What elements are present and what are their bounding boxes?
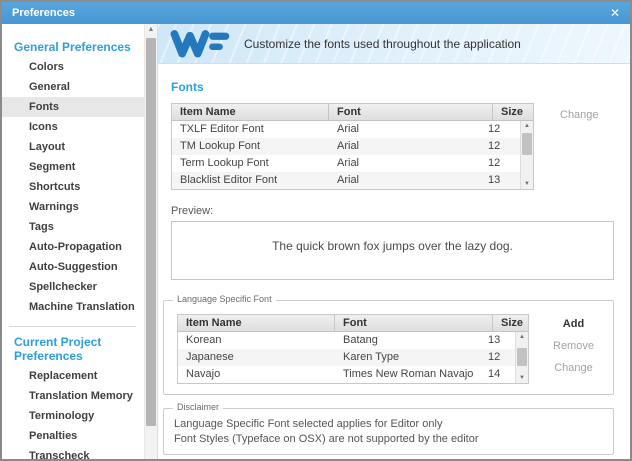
column-header-item-name[interactable]: Item Name [178, 315, 335, 331]
table-cell: 12 [480, 138, 520, 155]
scroll-down-icon[interactable]: ▼ [516, 375, 528, 381]
language-table-scrollbar[interactable]: ▲ ▼ [515, 332, 528, 383]
column-header-size[interactable]: Size [493, 315, 528, 331]
table-row[interactable]: KoreanBatang13 [178, 332, 515, 349]
table-row[interactable]: TM Lookup FontArial12 [172, 138, 520, 155]
sidebar-item-replacement[interactable]: Replacement [2, 366, 144, 386]
disclaimer-line-1: Language Specific Font selected applies … [174, 417, 603, 432]
table-cell: Times New Roman Navajo [335, 366, 480, 383]
table-cell: Karen Type [335, 349, 480, 366]
table-cell: TXLF Editor Font [172, 121, 329, 138]
table-cell: 14 [480, 366, 515, 383]
table-cell: Navajo [178, 366, 335, 383]
language-font-table: Item Name Font Size KoreanBatang13Japane… [177, 314, 529, 384]
table-cell: TM Lookup Font [172, 138, 329, 155]
column-header-font[interactable]: Font [335, 315, 493, 331]
table-cell: Arial [329, 155, 480, 172]
table-cell: Korean [178, 332, 335, 349]
table-cell: Arial [329, 172, 480, 189]
table-row[interactable]: Blacklist Editor FontArial13 [172, 172, 520, 189]
scrollbar-thumb[interactable] [517, 348, 527, 366]
table-cell: Batang [335, 332, 480, 349]
banner-tagline: Customize the fonts used throughout the … [244, 37, 521, 51]
table-cell: 13 [480, 172, 520, 189]
table-cell: 12 [480, 121, 520, 138]
table-row[interactable]: TXLF Editor FontArial12 [172, 121, 520, 138]
scroll-up-icon[interactable]: ▲ [521, 123, 533, 129]
sidebar-item-layout[interactable]: Layout [2, 137, 144, 157]
sidebar-item-terminology[interactable]: Terminology [2, 406, 144, 426]
table-row[interactable]: JapaneseKaren Type12 [178, 349, 515, 366]
table-cell: Term Lookup Font [172, 155, 329, 172]
sidebar-section-general: General Preferences [14, 40, 144, 54]
sidebar: General Preferences ColorsGeneralFontsIc… [2, 24, 144, 461]
sidebar-general-items: ColorsGeneralFontsIconsLayoutSegmentShor… [2, 57, 144, 317]
column-header-item-name[interactable]: Item Name [172, 104, 329, 120]
fonts-table-scrollbar[interactable]: ▲ ▼ [520, 121, 533, 189]
sidebar-item-penalties[interactable]: Penalties [2, 426, 144, 446]
table-cell: 12 [480, 155, 520, 172]
sidebar-item-translation-memory[interactable]: Translation Memory [2, 386, 144, 406]
table-cell: Arial [329, 138, 480, 155]
sidebar-scrollbar[interactable]: ▲ [144, 24, 157, 461]
sidebar-item-spellchecker[interactable]: Spellchecker [2, 277, 144, 297]
scroll-up-icon[interactable]: ▲ [516, 334, 528, 340]
table-cell: Blacklist Editor Font [172, 172, 329, 189]
scroll-down-icon[interactable]: ▼ [521, 181, 533, 187]
sidebar-item-auto-propagation[interactable]: Auto-Propagation [2, 237, 144, 257]
close-icon[interactable]: ✕ [610, 7, 620, 19]
banner: Customize the fonts used throughout the … [158, 24, 630, 64]
sidebar-item-warnings[interactable]: Warnings [2, 197, 144, 217]
add-language-font-button[interactable]: Add [563, 318, 584, 330]
table-cell: 13 [480, 332, 515, 349]
table-row[interactable]: NavajoTimes New Roman Navajo14 [178, 366, 515, 383]
preview-text: The quick brown fox jumps over the lazy … [272, 239, 513, 253]
sidebar-item-shortcuts[interactable]: Shortcuts [2, 177, 144, 197]
language-specific-font-legend: Language Specific Font [173, 294, 276, 304]
remove-language-font-button[interactable]: Remove [553, 340, 594, 352]
fonts-table-rows: TXLF Editor FontArial12TM Lookup FontAri… [172, 121, 520, 189]
disclaimer-legend: Disclaimer [173, 402, 223, 412]
sidebar-section-project: Current Project Preferences [14, 335, 144, 363]
column-header-font[interactable]: Font [329, 104, 493, 120]
change-language-font-button[interactable]: Change [554, 362, 593, 374]
scrollbar-thumb[interactable] [522, 133, 532, 155]
sidebar-item-auto-suggestion[interactable]: Auto-Suggestion [2, 257, 144, 277]
sidebar-item-icons[interactable]: Icons [2, 117, 144, 137]
scrollbar-thumb[interactable] [146, 38, 156, 426]
fonts-table-header: Item Name Font Size [172, 104, 533, 121]
title-bar: Preferences ✕ [2, 2, 630, 24]
scroll-up-icon[interactable]: ▲ [145, 26, 157, 33]
table-row[interactable]: Term Lookup FontArial12 [172, 155, 520, 172]
sidebar-divider [9, 326, 136, 327]
sidebar-item-machine-translation[interactable]: Machine Translation [2, 297, 144, 317]
table-cell: Arial [329, 121, 480, 138]
sidebar-item-segment[interactable]: Segment [2, 157, 144, 177]
column-header-size[interactable]: Size [493, 104, 533, 120]
change-font-button[interactable]: Change [560, 109, 599, 190]
wordfast-logo-icon [168, 26, 232, 62]
preview-box: The quick brown fox jumps over the lazy … [171, 221, 614, 280]
fonts-heading: Fonts [171, 80, 614, 94]
main-content: Customize the fonts used throughout the … [157, 24, 630, 461]
preview-label: Preview: [171, 205, 614, 217]
disclaimer-group: Disclaimer Language Specific Font select… [163, 408, 614, 455]
fonts-table: Item Name Font Size TXLF Editor FontAria… [171, 103, 534, 190]
disclaimer-line-2: Font Styles (Typeface on OSX) are not su… [174, 432, 603, 447]
sidebar-project-items: ReplacementTranslation MemoryTerminology… [2, 366, 144, 461]
language-table-rows: KoreanBatang13JapaneseKaren Type12Navajo… [178, 332, 515, 383]
sidebar-item-colors[interactable]: Colors [2, 57, 144, 77]
language-table-header: Item Name Font Size [178, 315, 528, 332]
sidebar-item-fonts[interactable]: Fonts [2, 97, 144, 117]
table-cell: 12 [480, 349, 515, 366]
language-specific-font-group: Language Specific Font Item Name Font Si… [163, 300, 614, 395]
sidebar-item-transcheck[interactable]: Transcheck [2, 446, 144, 461]
window-title: Preferences [12, 7, 75, 19]
table-cell: Japanese [178, 349, 335, 366]
sidebar-item-tags[interactable]: Tags [2, 217, 144, 237]
sidebar-item-general[interactable]: General [2, 77, 144, 97]
preferences-dialog: Preferences ✕ General Preferences Colors… [0, 0, 632, 461]
